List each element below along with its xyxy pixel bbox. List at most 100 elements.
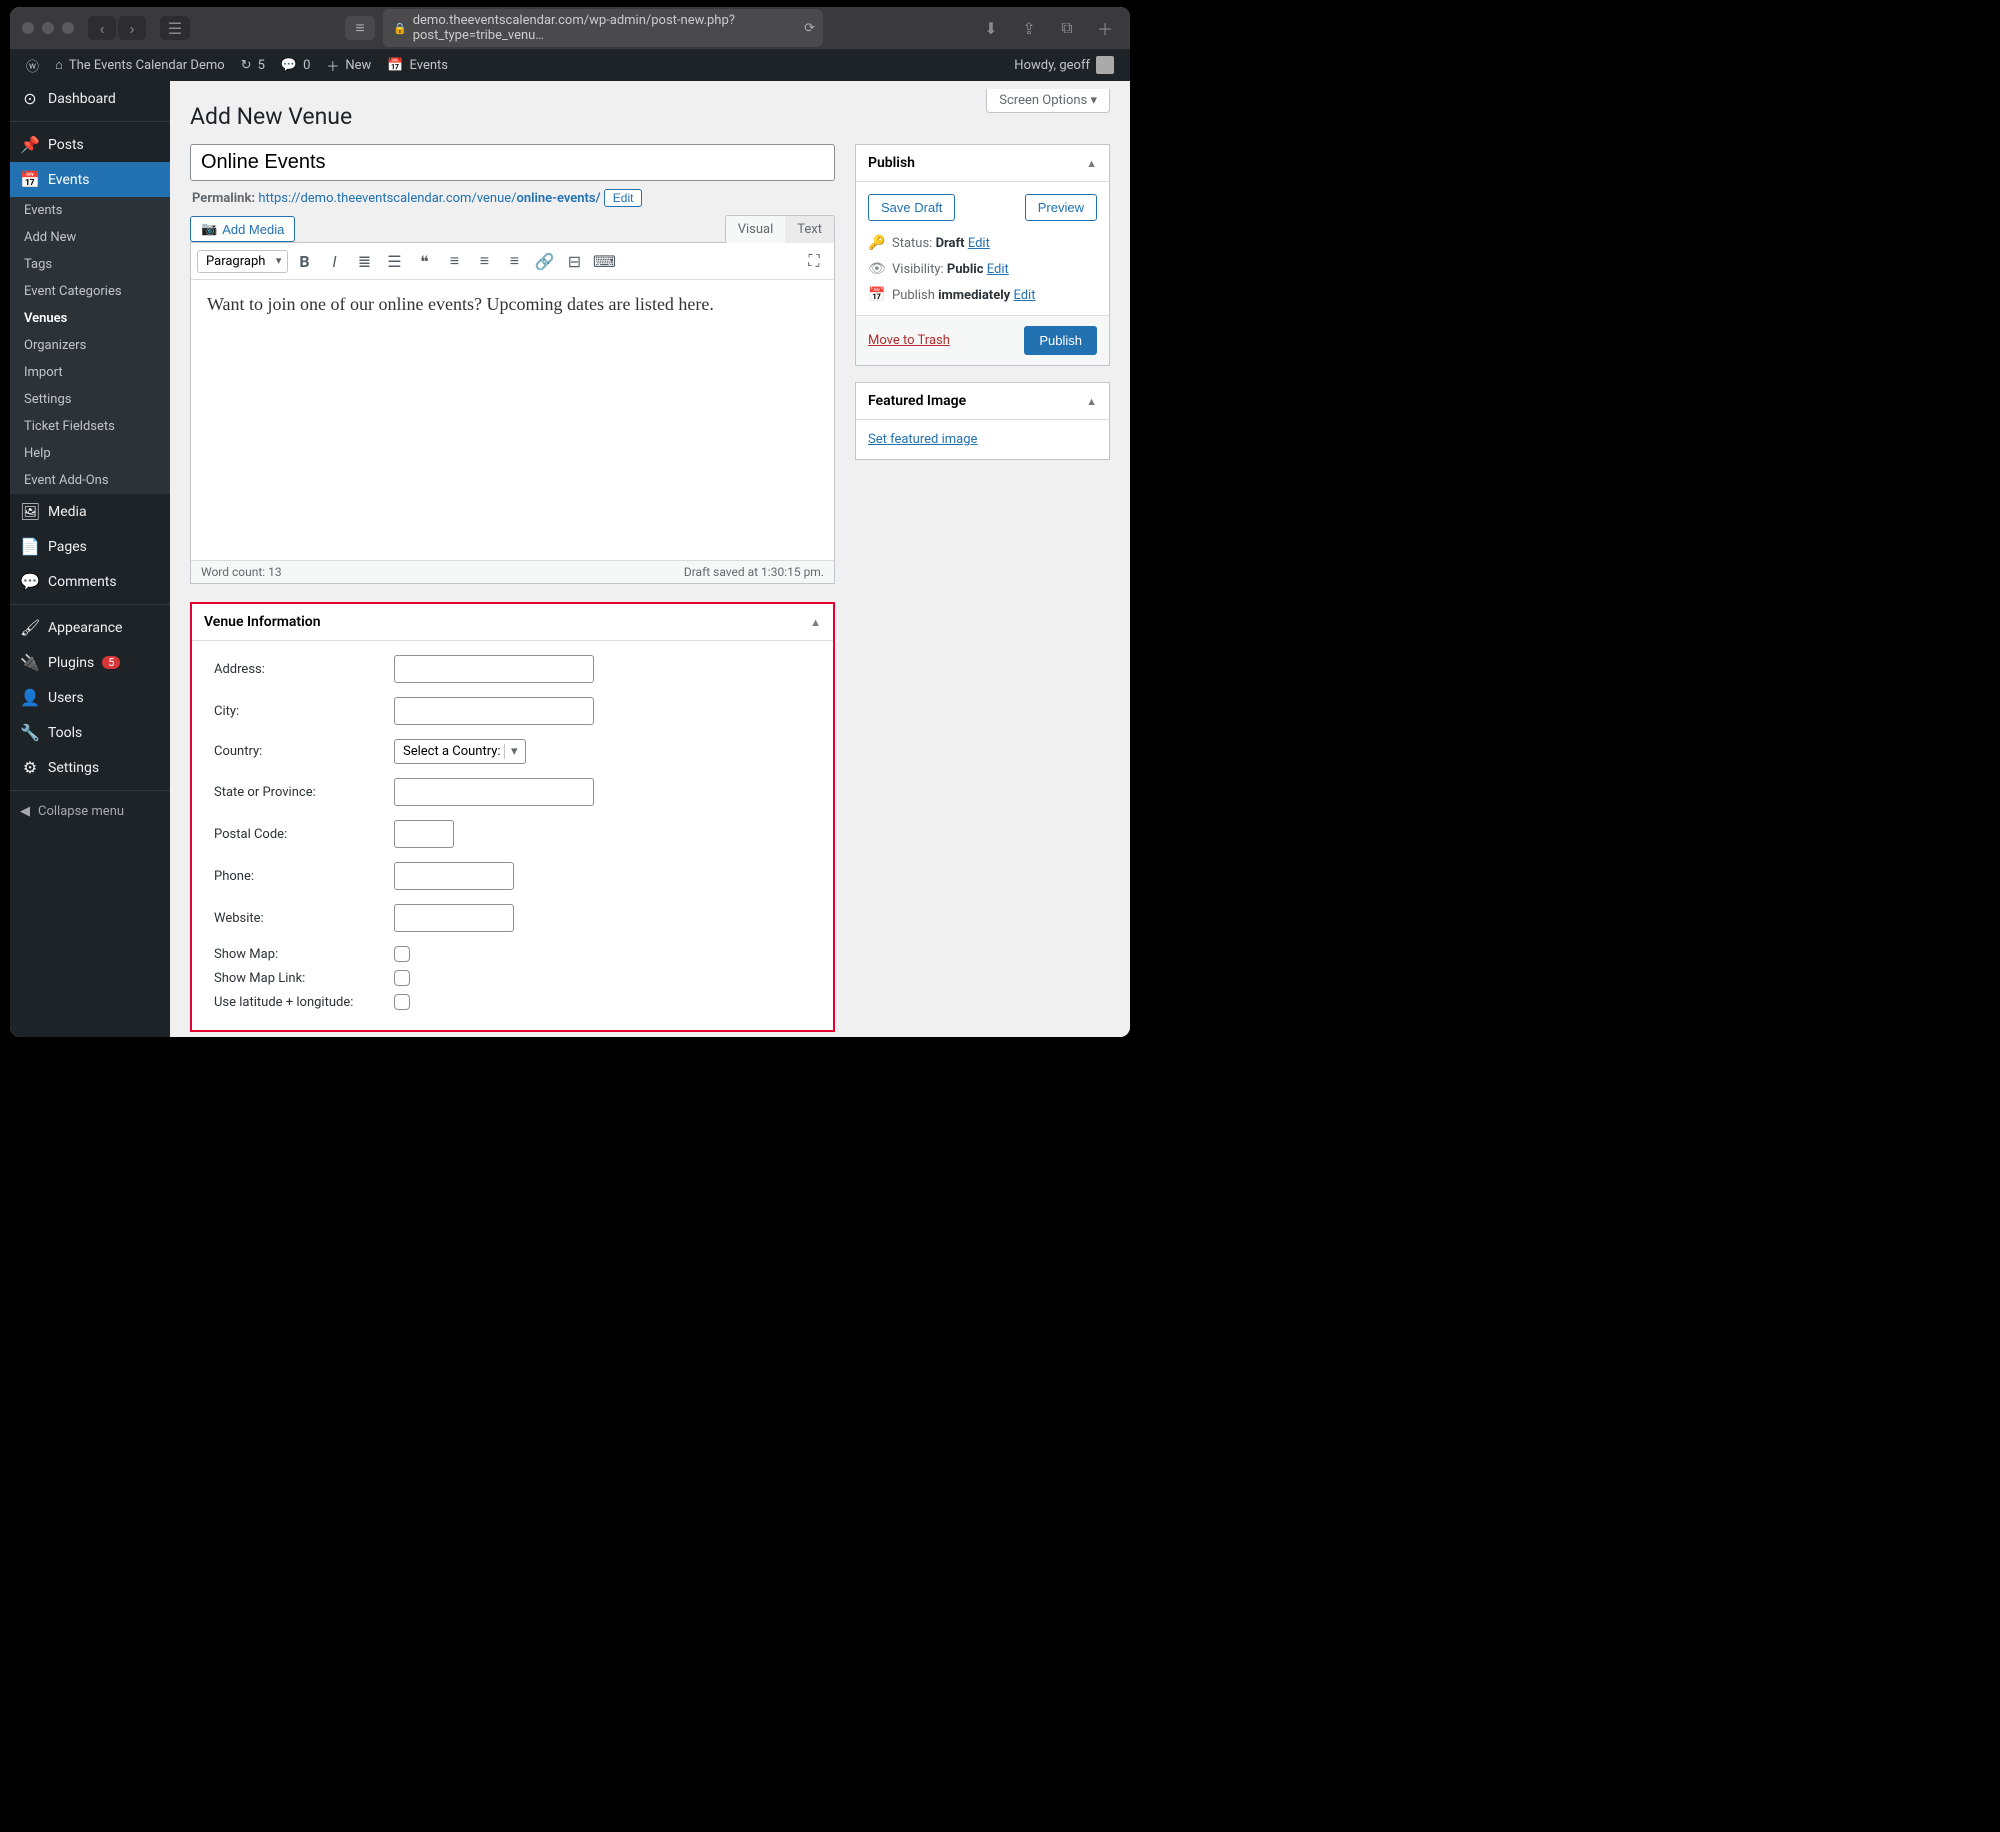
submenu-settings[interactable]: Settings	[10, 386, 170, 413]
toggle-publish[interactable]: ▲	[1086, 157, 1097, 170]
menu-events[interactable]: 📅Events	[10, 162, 170, 197]
events-link[interactable]: 📅Events	[379, 49, 456, 81]
save-draft-button[interactable]: Save Draft	[868, 194, 955, 221]
submenu-addons[interactable]: Event Add-Ons	[10, 467, 170, 494]
url-bar[interactable]: 🔒 demo.theeventscalendar.com/wp-admin/po…	[383, 9, 823, 47]
zoom-window-button[interactable]	[62, 22, 74, 34]
submenu-categories[interactable]: Event Categories	[10, 278, 170, 305]
submenu-help[interactable]: Help	[10, 440, 170, 467]
bold-button[interactable]: B	[290, 247, 318, 275]
country-select[interactable]: Select a Country:	[394, 739, 526, 764]
menu-appearance[interactable]: 🖌Appearance	[10, 610, 170, 645]
url-text: demo.theeventscalendar.com/wp-admin/post…	[413, 13, 793, 43]
showmap-checkbox[interactable]	[394, 946, 410, 962]
collapse-icon: ◀	[20, 804, 30, 819]
menu-plugins[interactable]: 🔌Plugins 5	[10, 645, 170, 680]
submenu-organizers[interactable]: Organizers	[10, 332, 170, 359]
menu-tools[interactable]: 🔧Tools	[10, 715, 170, 750]
format-select[interactable]: Paragraph	[197, 250, 288, 273]
user-account-link[interactable]: Howdy, geoff	[1006, 49, 1122, 81]
featured-title: Featured Image	[868, 393, 966, 409]
tab-text[interactable]: Text	[785, 216, 834, 243]
tab-visual[interactable]: Visual	[726, 216, 786, 243]
menu-comments[interactable]: 💬Comments	[10, 564, 170, 599]
media-icon: 🖼	[20, 502, 40, 521]
site-home-link[interactable]: ⌂The Events Calendar Demo	[47, 49, 233, 81]
add-media-label: Add Media	[222, 222, 284, 237]
minimize-window-button[interactable]	[42, 22, 54, 34]
link-button[interactable]: 🔗	[530, 247, 558, 275]
latlng-label: Use latitude + longitude:	[214, 995, 394, 1010]
format-value: Paragraph	[206, 254, 265, 269]
toggle-venue-info[interactable]: ▲	[810, 616, 821, 629]
comments-link[interactable]: 💬0	[273, 49, 319, 81]
menu-pages[interactable]: 📄Pages	[10, 529, 170, 564]
new-tab-button[interactable]: ＋	[1092, 17, 1118, 39]
sidebar-toggle-button[interactable]: ☰	[160, 16, 190, 40]
share-button[interactable]: ⇪	[1016, 17, 1042, 39]
preview-button[interactable]: Preview	[1025, 194, 1097, 221]
fullscreen-button[interactable]: ⛶	[800, 247, 828, 275]
venue-information-box: Venue Information ▲ Address: City: Count…	[190, 602, 835, 1032]
wp-adminbar: ⓦ ⌂The Events Calendar Demo ↻5 💬0 ＋New 📅…	[10, 49, 1130, 81]
postal-input[interactable]	[394, 820, 454, 848]
city-input[interactable]	[394, 697, 594, 725]
editor-content[interactable]: Want to join one of our online events? U…	[191, 280, 834, 560]
move-to-trash[interactable]: Move to Trash	[868, 333, 950, 348]
appearance-label: Appearance	[48, 620, 122, 636]
readmore-button[interactable]: ⊟	[560, 247, 588, 275]
postal-label: Postal Code:	[214, 827, 394, 842]
number-list-button[interactable]: ☰	[380, 247, 408, 275]
align-center-button[interactable]: ≡	[470, 247, 498, 275]
venue-info-title: Venue Information	[204, 614, 321, 630]
back-button[interactable]: ‹	[88, 16, 116, 40]
menu-settings[interactable]: ⚙Settings	[10, 750, 170, 785]
toggle-featured[interactable]: ▲	[1086, 395, 1097, 408]
edit-permalink-button[interactable]: Edit	[604, 189, 643, 207]
menu-media[interactable]: 🖼Media	[10, 494, 170, 529]
downloads-button[interactable]: ⬇	[978, 17, 1004, 39]
submenu-tags[interactable]: Tags	[10, 251, 170, 278]
submenu-add-new[interactable]: Add New	[10, 224, 170, 251]
refresh-icon[interactable]: ⟳	[804, 21, 815, 36]
set-featured-link[interactable]: Set featured image	[868, 432, 977, 447]
new-link[interactable]: ＋New	[318, 49, 379, 81]
plus-icon: ＋	[326, 56, 339, 75]
edit-publish-date[interactable]: Edit	[1013, 288, 1035, 303]
plugins-badge: 5	[102, 656, 120, 669]
screen-options-button[interactable]: Screen Options ▾	[986, 89, 1110, 113]
align-left-button[interactable]: ≡	[440, 247, 468, 275]
edit-status[interactable]: Edit	[968, 236, 990, 251]
collapse-menu[interactable]: ◀Collapse menu	[10, 796, 170, 827]
permalink-link[interactable]: https://demo.theeventscalendar.com/venue…	[258, 191, 600, 206]
website-input[interactable]	[394, 904, 514, 932]
close-window-button[interactable]	[22, 22, 34, 34]
submenu-events-all[interactable]: Events	[10, 197, 170, 224]
submenu-venues[interactable]: Venues	[10, 305, 170, 332]
align-right-button[interactable]: ≡	[500, 247, 528, 275]
state-input[interactable]	[394, 778, 594, 806]
latlng-checkbox[interactable]	[394, 994, 410, 1010]
phone-input[interactable]	[394, 862, 514, 890]
revisions-link[interactable]: ↻5	[233, 49, 273, 81]
publish-button[interactable]: Publish	[1024, 326, 1097, 355]
wp-logo[interactable]: ⓦ	[18, 49, 47, 81]
menu-posts[interactable]: 📌Posts	[10, 127, 170, 162]
reader-mode-button[interactable]: ≡	[345, 16, 375, 40]
add-media-button[interactable]: 📷Add Media	[190, 216, 295, 242]
edit-visibility[interactable]: Edit	[987, 262, 1009, 277]
menu-dashboard[interactable]: ⊙Dashboard	[10, 81, 170, 116]
menu-users[interactable]: 👤Users	[10, 680, 170, 715]
quote-button[interactable]: ❝	[410, 247, 438, 275]
italic-button[interactable]: I	[320, 247, 348, 275]
title-input[interactable]	[190, 144, 835, 181]
submenu-fieldsets[interactable]: Ticket Fieldsets	[10, 413, 170, 440]
forward-button[interactable]: ›	[118, 16, 146, 40]
bullet-list-button[interactable]: ≣	[350, 247, 378, 275]
tabs-button[interactable]: ⧉	[1054, 17, 1080, 39]
address-input[interactable]	[394, 655, 594, 683]
toolbar-toggle-button[interactable]: ⌨	[590, 247, 618, 275]
status-label: Status:	[892, 236, 932, 251]
showmaplink-checkbox[interactable]	[394, 970, 410, 986]
submenu-import[interactable]: Import	[10, 359, 170, 386]
